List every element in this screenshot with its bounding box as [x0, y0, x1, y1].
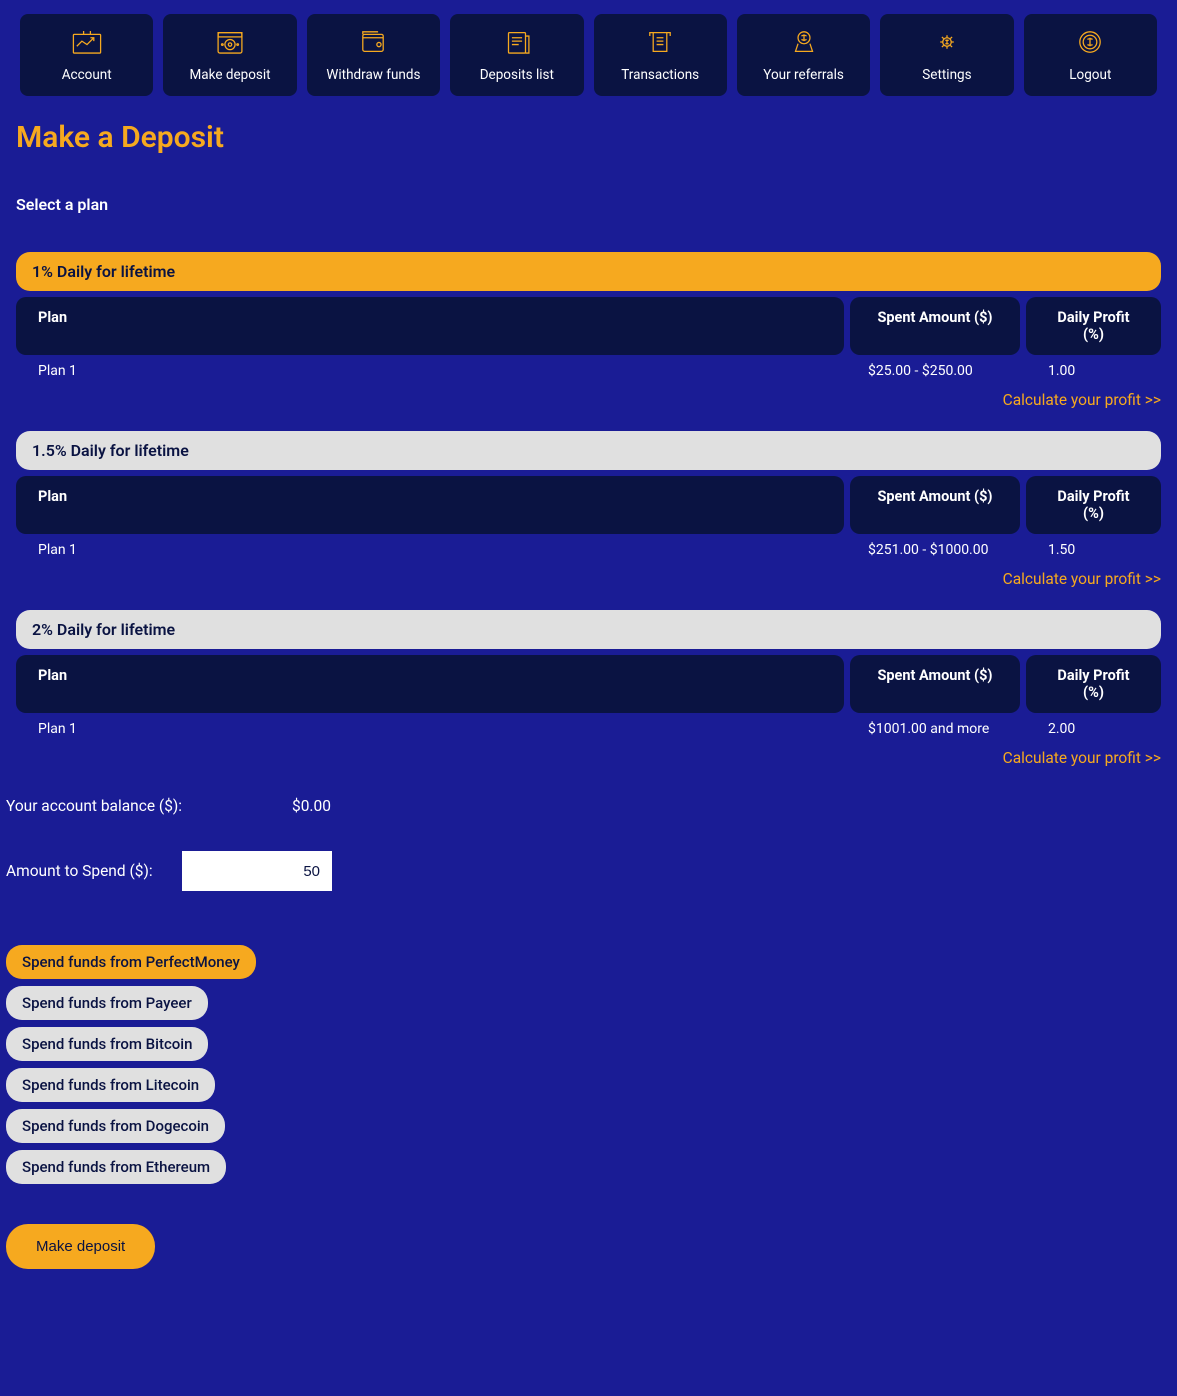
th-profit: Daily Profit (%): [1026, 476, 1161, 534]
nav-withdraw[interactable]: Withdraw funds: [307, 14, 440, 96]
fund-option-perfectmoney[interactable]: Spend funds from PerfectMoney: [6, 945, 256, 979]
account-icon: [70, 27, 104, 57]
nav-label: Logout: [1069, 67, 1111, 83]
calculate-profit-link[interactable]: Calculate your profit >>: [16, 391, 1161, 409]
funding-options: Spend funds from PerfectMoney Spend fund…: [0, 891, 1177, 1184]
plan-table-header: Plan Spent Amount ($) Daily Profit (%): [16, 297, 1161, 355]
td-plan: Plan 1: [16, 721, 844, 737]
withdraw-icon: [356, 27, 390, 57]
th-plan: Plan: [16, 476, 844, 534]
th-profit: Daily Profit (%): [1026, 297, 1161, 355]
nav-label: Transactions: [621, 67, 699, 83]
plan-title[interactable]: 2% Daily for lifetime: [16, 610, 1161, 649]
td-profit: 1.00: [1026, 363, 1161, 379]
nav-label: Make deposit: [190, 67, 271, 83]
make-deposit-button[interactable]: Make deposit: [6, 1224, 155, 1269]
select-plan-label: Select a plan: [0, 159, 1177, 230]
th-spent: Spent Amount ($): [850, 476, 1020, 534]
nav-label: Withdraw funds: [326, 67, 420, 83]
th-profit: Daily Profit (%): [1026, 655, 1161, 713]
balance-label: Your account balance ($):: [6, 797, 292, 815]
nav-account[interactable]: Account: [20, 14, 153, 96]
th-plan: Plan: [16, 297, 844, 355]
fund-option-litecoin[interactable]: Spend funds from Litecoin: [6, 1068, 215, 1102]
transactions-icon: [643, 27, 677, 57]
plan-row: Plan 1 $1001.00 and more 2.00: [16, 721, 1161, 737]
page-title: Make a Deposit: [0, 110, 1177, 159]
nav-label: Settings: [922, 67, 971, 83]
td-profit: 2.00: [1026, 721, 1161, 737]
nav-make-deposit[interactable]: Make deposit: [163, 14, 296, 96]
balance-row: Your account balance ($): $0.00: [0, 767, 1177, 815]
th-spent: Spent Amount ($): [850, 297, 1020, 355]
nav-label: Account: [62, 67, 112, 83]
td-spent: $25.00 - $250.00: [850, 363, 1020, 379]
th-plan: Plan: [16, 655, 844, 713]
td-plan: Plan 1: [16, 542, 844, 558]
nav-referrals[interactable]: Your referrals: [737, 14, 870, 96]
plan-block-2: 1.5% Daily for lifetime Plan Spent Amoun…: [0, 431, 1177, 588]
logout-icon: [1073, 27, 1107, 57]
th-spent: Spent Amount ($): [850, 655, 1020, 713]
amount-row: Amount to Spend ($):: [0, 815, 1177, 891]
fund-option-payeer[interactable]: Spend funds from Payeer: [6, 986, 208, 1020]
settings-icon: [930, 27, 964, 57]
td-spent: $251.00 - $1000.00: [850, 542, 1020, 558]
plan-table-header: Plan Spent Amount ($) Daily Profit (%): [16, 655, 1161, 713]
referrals-icon: [787, 27, 821, 57]
plan-row: Plan 1 $25.00 - $250.00 1.00: [16, 363, 1161, 379]
nav-label: Your referrals: [763, 67, 844, 83]
nav-label: Deposits list: [480, 67, 554, 83]
plan-table-header: Plan Spent Amount ($) Daily Profit (%): [16, 476, 1161, 534]
calculate-profit-link[interactable]: Calculate your profit >>: [16, 570, 1161, 588]
plan-row: Plan 1 $251.00 - $1000.00 1.50: [16, 542, 1161, 558]
nav-deposits-list[interactable]: Deposits list: [450, 14, 583, 96]
plan-title[interactable]: 1.5% Daily for lifetime: [16, 431, 1161, 470]
plan-block-1: 1% Daily for lifetime Plan Spent Amount …: [0, 252, 1177, 409]
td-spent: $1001.00 and more: [850, 721, 1020, 737]
fund-option-ethereum[interactable]: Spend funds from Ethereum: [6, 1150, 226, 1184]
deposit-icon: [213, 27, 247, 57]
calculate-profit-link[interactable]: Calculate your profit >>: [16, 749, 1161, 767]
top-nav: Account Make deposit Withdraw funds Depo…: [0, 0, 1177, 110]
deposits-list-icon: [500, 27, 534, 57]
plan-title[interactable]: 1% Daily for lifetime: [16, 252, 1161, 291]
balance-value: $0.00: [292, 797, 331, 815]
nav-logout[interactable]: Logout: [1024, 14, 1157, 96]
amount-input[interactable]: [182, 851, 332, 891]
fund-option-dogecoin[interactable]: Spend funds from Dogecoin: [6, 1109, 225, 1143]
nav-transactions[interactable]: Transactions: [594, 14, 727, 96]
nav-settings[interactable]: Settings: [880, 14, 1013, 96]
amount-label: Amount to Spend ($):: [6, 862, 182, 880]
td-profit: 1.50: [1026, 542, 1161, 558]
fund-option-bitcoin[interactable]: Spend funds from Bitcoin: [6, 1027, 208, 1061]
td-plan: Plan 1: [16, 363, 844, 379]
plan-block-3: 2% Daily for lifetime Plan Spent Amount …: [0, 610, 1177, 767]
